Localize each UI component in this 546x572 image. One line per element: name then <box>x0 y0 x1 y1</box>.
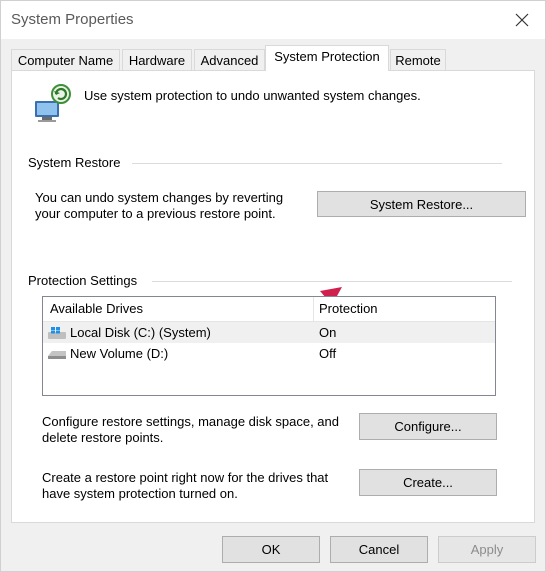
system-protection-icon <box>35 84 71 122</box>
system-properties-window: System Properties Computer Name Hardware… <box>0 0 546 572</box>
tab-advanced[interactable]: Advanced <box>194 49 265 70</box>
drive-icon <box>48 351 66 359</box>
drive-protection-status: On <box>319 325 337 340</box>
cancel-button[interactable]: Cancel <box>330 536 428 563</box>
drives-list[interactable]: Available Drives Protection Local Disk (… <box>42 296 496 396</box>
tab-computer-name[interactable]: Computer Name <box>11 49 120 70</box>
apply-button[interactable]: Apply <box>438 536 536 563</box>
close-button[interactable] <box>499 1 545 39</box>
drives-list-header: Available Drives Protection <box>43 297 495 322</box>
windows-drive-icon <box>48 327 66 339</box>
create-button[interactable]: Create... <box>359 469 497 496</box>
system-restore-button[interactable]: System Restore... <box>317 191 526 217</box>
system-restore-divider <box>132 163 502 164</box>
drive-row-c[interactable]: Local Disk (C:) (System) On <box>43 322 495 343</box>
drive-name: New Volume (D:) <box>70 346 169 361</box>
drive-name: Local Disk (C:) (System) <box>70 325 211 340</box>
system-protection-panel: Use system protection to undo unwanted s… <box>11 70 535 523</box>
create-description: Create a restore point right now for the… <box>42 470 329 501</box>
tab-remote[interactable]: Remote <box>390 49 446 70</box>
protection-settings-group-label: Protection Settings <box>28 273 144 288</box>
close-icon <box>515 13 529 27</box>
column-protection[interactable]: Protection <box>319 297 378 321</box>
tab-hardware[interactable]: Hardware <box>122 49 192 70</box>
protection-settings-divider <box>152 281 512 282</box>
column-divider <box>313 297 314 321</box>
drive-row-d[interactable]: New Volume (D:) Off <box>43 343 495 364</box>
configure-description: Configure restore settings, manage disk … <box>42 414 340 445</box>
ok-button[interactable]: OK <box>222 536 320 563</box>
configure-button[interactable]: Configure... <box>359 413 497 440</box>
tab-system-protection[interactable]: System Protection <box>265 45 389 71</box>
system-restore-group-label: System Restore <box>28 155 127 170</box>
system-restore-description: You can undo system changes by reverting… <box>35 190 284 221</box>
title-bar: System Properties <box>1 1 545 39</box>
intro-text: Use system protection to undo unwanted s… <box>84 88 421 103</box>
column-available-drives[interactable]: Available Drives <box>50 297 143 321</box>
window-title: System Properties <box>11 11 134 28</box>
tab-strip: Computer Name Hardware Advanced System P… <box>11 45 537 71</box>
drive-protection-status: Off <box>319 346 337 361</box>
